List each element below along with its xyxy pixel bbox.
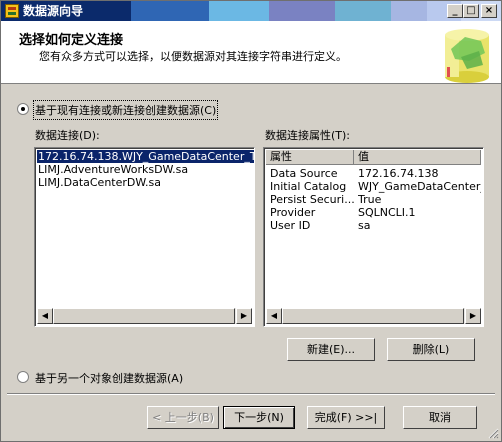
- title-bar-segment: [269, 1, 335, 21]
- title-bar-segment: [391, 1, 427, 21]
- title-bar-segment: [209, 1, 269, 21]
- window-title: 数据源向导: [23, 4, 84, 18]
- property-name: Provider: [270, 206, 316, 219]
- property-name: Data Source: [270, 167, 338, 180]
- list-item[interactable]: 172.16.74.138.WJY_GameDataCenter_Test.: [37, 150, 254, 163]
- existing-connection-radio[interactable]: [17, 103, 29, 115]
- back-button[interactable]: < 上一步(B): [147, 406, 219, 429]
- app-icon: [5, 4, 19, 18]
- property-value: 172.16.74.138: [358, 167, 439, 180]
- next-button[interactable]: 下一步(N): [223, 406, 295, 429]
- column-header-value[interactable]: 值: [354, 150, 481, 165]
- wizard-header: 选择如何定义连接 您有众多方式可以选择，以便数据源对其连接字符串进行定义。: [1, 21, 501, 84]
- title-bar[interactable]: 数据源向导 _ □ ×: [1, 1, 501, 21]
- page-subtitle: 您有众多方式可以选择，以便数据源对其连接字符串进行定义。: [39, 50, 347, 63]
- delete-connection-button[interactable]: 删除(L): [387, 338, 475, 361]
- properties-header: 属性 值: [266, 150, 481, 165]
- maximize-button[interactable]: □: [463, 4, 479, 18]
- connections-list[interactable]: 172.16.74.138.WJY_GameDataCenter_Test. L…: [34, 147, 255, 327]
- resize-grip-icon[interactable]: [487, 427, 499, 439]
- page-title: 选择如何定义连接: [19, 33, 124, 48]
- footer-divider: [7, 393, 495, 395]
- wizard-window: 数据源向导 _ □ × 选择如何定义连接 您有众多方式可以选择，以便数据源对其连…: [0, 0, 502, 442]
- scroll-left-button[interactable]: ◀: [266, 308, 282, 324]
- column-header-property[interactable]: 属性: [266, 150, 354, 165]
- other-object-radio[interactable]: [17, 371, 29, 383]
- database-cylinder-icon: [445, 29, 489, 83]
- scroll-right-button[interactable]: ▶: [236, 308, 252, 324]
- title-bar-segment: [131, 1, 209, 21]
- scroll-right-button[interactable]: ▶: [465, 308, 481, 324]
- other-object-label[interactable]: 基于另一个对象创建数据源(A): [35, 370, 183, 386]
- close-button[interactable]: ×: [481, 4, 497, 18]
- property-name: Persist Securi...: [270, 193, 354, 206]
- new-connection-button[interactable]: 新建(E)...: [287, 338, 375, 361]
- title-bar-segment: [335, 1, 391, 21]
- minimize-button[interactable]: _: [447, 4, 463, 18]
- existing-connection-label[interactable]: 基于现有连接或新连接创建数据源(C): [32, 100, 219, 120]
- list-item[interactable]: LIMJ.AdventureWorksDW.sa: [37, 163, 189, 176]
- scroll-thumb[interactable]: [53, 308, 235, 324]
- scroll-left-button[interactable]: ◀: [37, 308, 53, 324]
- property-value: sa: [358, 219, 371, 232]
- property-value: WJY_GameDataCenter_...: [358, 180, 481, 193]
- connections-label: 数据连接(D):: [35, 129, 100, 142]
- properties-hscrollbar[interactable]: ◀ ▶: [266, 308, 481, 324]
- scroll-thumb[interactable]: [282, 308, 464, 324]
- property-name: Initial Catalog: [270, 180, 347, 193]
- property-value: SQLNCLI.1: [358, 206, 416, 219]
- property-name: User ID: [270, 219, 311, 232]
- finish-button[interactable]: 完成(F) >>|: [307, 406, 385, 429]
- properties-label: 数据连接属性(T):: [265, 129, 351, 142]
- connections-hscrollbar[interactable]: ◀ ▶: [37, 308, 252, 324]
- property-value: True: [358, 193, 382, 206]
- properties-grid[interactable]: 属性 值 Data Source 172.16.74.138 Initial C…: [263, 147, 484, 327]
- cancel-button[interactable]: 取消: [403, 406, 477, 429]
- list-item[interactable]: LIMJ.DataCenterDW.sa: [37, 176, 162, 189]
